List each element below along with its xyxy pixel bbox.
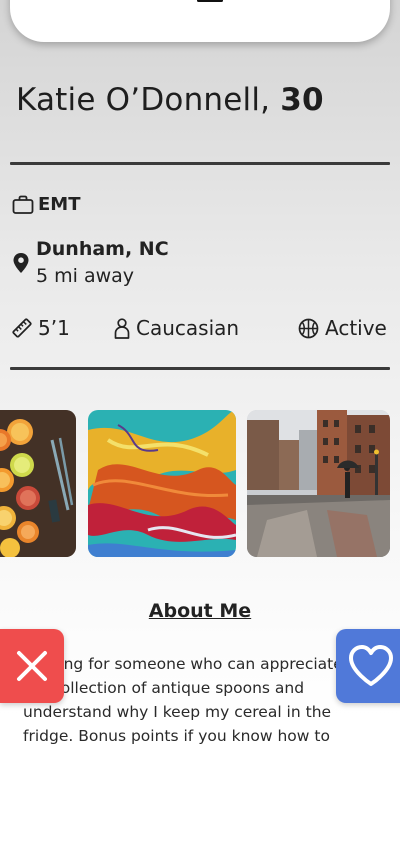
- dislike-button[interactable]: [0, 629, 64, 703]
- photo-citrus[interactable]: [0, 410, 76, 557]
- activity-value: Active: [325, 316, 387, 340]
- map-pin-icon: [13, 253, 29, 273]
- height-stat: 5’1: [12, 316, 70, 340]
- heart-icon: [349, 645, 393, 686]
- about-me-text: Looking for someone who can appreciate m…: [23, 655, 343, 745]
- top-drawer-handle-area[interactable]: [10, 0, 390, 42]
- divider-bottom: [10, 367, 390, 370]
- location-city: Dunham, NC: [36, 238, 169, 260]
- photo-rainy-street[interactable]: [247, 410, 390, 557]
- location-distance: 5 mi away: [36, 265, 135, 287]
- about-me-heading: About Me: [148, 600, 252, 622]
- ruler-icon: [12, 318, 32, 338]
- briefcase-icon: [12, 195, 34, 214]
- photo-abstract-paint[interactable]: [88, 410, 236, 557]
- activity-stat: Active: [298, 316, 387, 340]
- ethnicity-stat: Caucasian: [114, 316, 239, 340]
- location-row: Dunham, NC 5 mi away: [12, 236, 169, 290]
- height-value: 5’1: [38, 316, 70, 340]
- drag-handle[interactable]: [197, 0, 223, 2]
- close-icon: [17, 651, 47, 681]
- basketball-icon: [298, 318, 319, 338]
- profile-age: 30: [280, 82, 324, 118]
- occupation-label: EMT: [38, 194, 81, 215]
- person-icon: [114, 317, 130, 339]
- profile-name: Katie O’Donnell,: [16, 82, 271, 118]
- like-button[interactable]: [336, 629, 400, 703]
- ethnicity-value: Caucasian: [136, 316, 240, 340]
- occupation-row: EMT: [12, 194, 81, 215]
- divider-top: [10, 162, 390, 165]
- profile-header: Katie O’Donnell, 30: [16, 82, 324, 118]
